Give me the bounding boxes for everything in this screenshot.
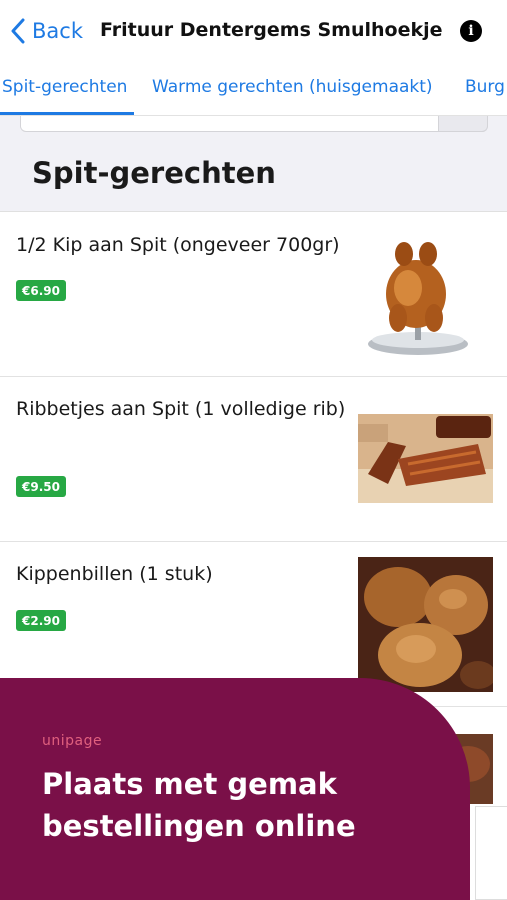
price-badge: €6.90: [16, 280, 66, 301]
page-title: Frituur Dentergems Smulhoekje: [100, 19, 443, 41]
roast-chicken-image: [368, 242, 468, 355]
price-badge: €9.50: [16, 476, 66, 497]
search-button[interactable]: [438, 116, 488, 132]
category-tabs: Spit-gerechten Warme gerechten (huisgema…: [0, 62, 507, 116]
unipage-logo: unipage: [42, 733, 103, 749]
chevron-left-icon: [11, 18, 25, 44]
menu-item-name: 1/2 Kip aan Spit (ongeveer 700gr): [16, 234, 340, 256]
app-screen: Back Frituur Dentergems Smulhoekje i Spi…: [0, 0, 507, 900]
tab-warme-gerechten[interactable]: Warme gerechten (huisgemaakt): [152, 77, 433, 97]
back-button[interactable]: Back: [10, 14, 83, 48]
side-card: [475, 806, 507, 900]
search-input[interactable]: [20, 116, 488, 132]
tab-spit-gerechten[interactable]: Spit-gerechten: [2, 77, 127, 97]
promo-headline: Plaats met gemak bestellingen online: [42, 767, 356, 843]
menu-item-name: Ribbetjes aan Spit (1 volledige rib): [16, 398, 346, 420]
tab-burgers[interactable]: Burg: [465, 77, 505, 97]
navigation-bar: Back Frituur Dentergems Smulhoekje i: [0, 0, 507, 62]
menu-item[interactable]: Ribbetjes aan Spit (1 volledige rib) €9.…: [0, 377, 507, 542]
section-title: Spit-gerechten: [32, 156, 276, 190]
grilled-ribs-image: [358, 414, 493, 503]
promo-banner[interactable]: unipage Plaats met gemak bestellingen on…: [0, 678, 470, 900]
back-button-label: Back: [32, 19, 83, 43]
price-badge: €2.90: [16, 610, 66, 631]
info-icon[interactable]: i: [460, 20, 482, 42]
menu-item[interactable]: 1/2 Kip aan Spit (ongeveer 700gr) €6.90: [0, 212, 507, 377]
chicken-legs-image: [358, 557, 493, 692]
menu-item-name: Kippenbillen (1 stuk): [16, 563, 213, 585]
